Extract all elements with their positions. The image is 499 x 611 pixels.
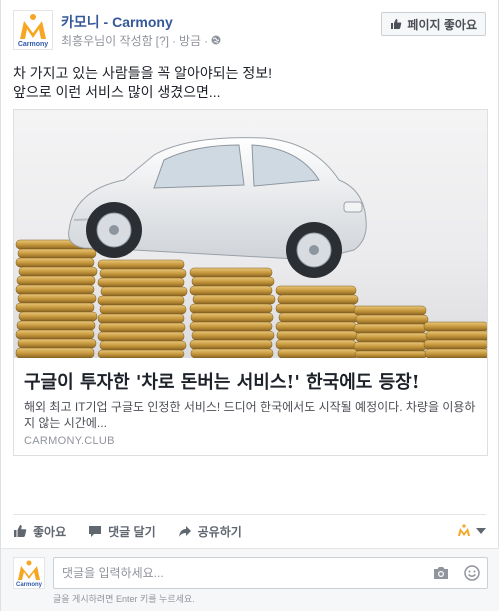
share-action-label: 공유하기 xyxy=(197,524,242,539)
link-domain: CARMONY.CLUB xyxy=(24,435,115,447)
author-text: 최흥우님이 작성함 xyxy=(61,34,153,48)
share-arrow-icon xyxy=(178,526,191,537)
comment-input[interactable] xyxy=(53,557,488,589)
thumbs-up-icon xyxy=(14,525,27,537)
svg-text:Carmony: Carmony xyxy=(16,582,43,588)
post-message: 차 가지고 있는 사람들을 꼭 알아야되는 정보! 앞으로 이런 서비스 많이 … xyxy=(13,64,486,102)
comment-action-label: 댓글 달기 xyxy=(108,524,156,539)
post-header: Carmony 카모니 - Carmony 최흥우님이 작성함 [?] · 방금… xyxy=(13,10,486,52)
like-action-label: 좋아요 xyxy=(33,524,67,539)
help-marker[interactable]: [?] xyxy=(156,34,169,48)
timestamp-link[interactable]: 방금 xyxy=(179,32,201,49)
globe-icon[interactable] xyxy=(211,34,221,48)
link-preview-card[interactable]: 구글이 투자한 '차로 돈버는 서비스!' 한국에도 등장! 해외 최고 IT기… xyxy=(13,109,488,456)
post-meta: 최흥우님이 작성함 [?] · 방금 · xyxy=(61,32,221,49)
like-page-button[interactable]: 페이지 좋아요 xyxy=(381,12,486,36)
separator: · xyxy=(172,33,176,48)
chevron-down-icon xyxy=(476,528,486,534)
comment-action-button[interactable]: 댓글 달기 xyxy=(88,523,156,540)
enter-hint: 글을 게시하려면 Enter 키를 누르세요. xyxy=(53,594,195,604)
emoji-icon[interactable] xyxy=(464,565,480,581)
post-actions-bar: 좋아요 댓글 달기 공유하기 xyxy=(13,517,486,545)
page-logo-icon xyxy=(458,524,470,536)
page-avatar-logo[interactable]: Carmony xyxy=(13,10,53,50)
comment-composer: Carmony 글을 게시하려면 Enter 키를 누르세요. xyxy=(1,548,499,611)
comment-bubble-icon xyxy=(89,526,102,537)
commenter-avatar: Carmony xyxy=(13,557,45,589)
share-action-button[interactable]: 공유하기 xyxy=(178,523,242,540)
divider xyxy=(13,514,486,515)
post-line-1: 차 가지고 있는 사람들을 꼭 알아야되는 정보! xyxy=(13,65,273,81)
camera-icon[interactable] xyxy=(433,566,449,580)
post-as-selector[interactable] xyxy=(456,523,486,539)
link-description: 해외 최고 IT기업 구글도 인정한 서비스! 드디어 한국에서도 시작될 예정… xyxy=(24,400,476,430)
feed-post: Carmony 카모니 - Carmony 최흥우님이 작성함 [?] · 방금… xyxy=(0,0,499,611)
post-line-2: 앞으로 이런 서비스 많이 생겼으면... xyxy=(13,84,221,100)
separator: · xyxy=(204,33,209,48)
like-action-button[interactable]: 좋아요 xyxy=(13,523,66,540)
like-page-label: 페이지 좋아요 xyxy=(407,17,477,32)
link-preview-image[interactable] xyxy=(14,110,487,358)
svg-text:Carmony: Carmony xyxy=(18,41,48,48)
page-name-link[interactable]: 카모니 - Carmony xyxy=(61,12,173,32)
link-title[interactable]: 구글이 투자한 '차로 돈버는 서비스!' 한국에도 등장! xyxy=(24,368,420,394)
thumbs-up-icon xyxy=(391,19,402,29)
